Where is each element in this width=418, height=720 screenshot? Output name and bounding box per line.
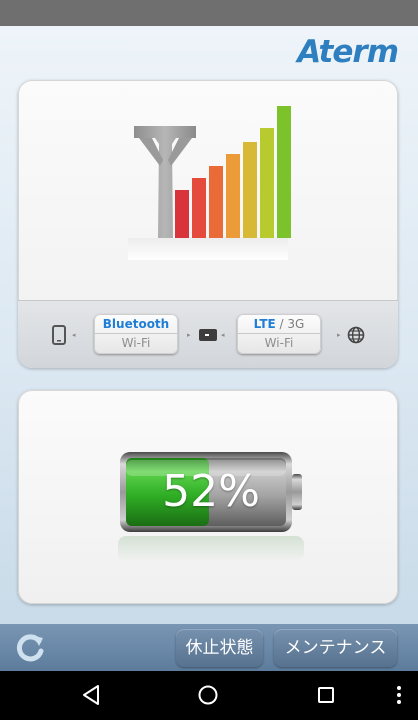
home-circle-icon[interactable] bbox=[196, 683, 220, 707]
antenna-signal-graphic bbox=[128, 106, 291, 260]
arrow-icon: ▸ bbox=[337, 331, 341, 339]
arrow-icon: ◂ bbox=[72, 331, 76, 339]
overflow-menu-icon[interactable] bbox=[394, 683, 404, 707]
battery-percent-label: 52% bbox=[162, 466, 260, 517]
recents-square-icon[interactable] bbox=[315, 683, 337, 707]
arrow-icon: ▸ bbox=[187, 331, 191, 339]
battery-graphic: 52% bbox=[118, 450, 304, 534]
pause-button[interactable]: 休止状態 bbox=[176, 629, 263, 667]
navigation-bar bbox=[0, 671, 418, 720]
signal-bar bbox=[192, 178, 206, 238]
wifi-label: Wi-Fi bbox=[121, 336, 151, 350]
maintenance-button[interactable]: メンテナンス bbox=[274, 629, 397, 667]
battery-reflection bbox=[118, 536, 304, 562]
signal-bar bbox=[209, 166, 223, 238]
wifi-label: Wi-Fi bbox=[264, 336, 294, 350]
signal-bar bbox=[226, 154, 240, 238]
router-icon bbox=[199, 329, 217, 341]
phone-link-chip[interactable]: Bluetooth Wi-Fi bbox=[94, 314, 178, 354]
status-bar bbox=[0, 0, 418, 26]
battery-panel: 52% bbox=[18, 390, 398, 604]
refresh-icon[interactable] bbox=[14, 632, 46, 664]
arrow-icon: ◂ bbox=[221, 331, 225, 339]
back-triangle-icon[interactable] bbox=[80, 683, 102, 707]
signal-bar bbox=[277, 106, 291, 238]
signal-bar bbox=[260, 128, 274, 238]
bluetooth-label: Bluetooth bbox=[94, 314, 178, 334]
lte-3g-label: LTE / 3G bbox=[237, 314, 321, 334]
connection-strip: ◂ Bluetooth Wi-Fi ▸ ◂ LTE / 3G Wi-Fi ▸ bbox=[18, 300, 398, 368]
signal-panel: ◂ Bluetooth Wi-Fi ▸ ◂ LTE / 3G Wi-Fi ▸ bbox=[18, 80, 398, 368]
wan-link-chip[interactable]: LTE / 3G Wi-Fi bbox=[237, 314, 321, 354]
signal-bar bbox=[243, 142, 257, 238]
globe-icon bbox=[347, 326, 365, 344]
signal-bars bbox=[175, 106, 291, 238]
aterm-logo: Aterm bbox=[297, 34, 399, 70]
phone-icon bbox=[52, 325, 66, 345]
signal-bar bbox=[175, 190, 189, 238]
bottom-toolbar: 休止状態 メンテナンス bbox=[0, 624, 418, 671]
